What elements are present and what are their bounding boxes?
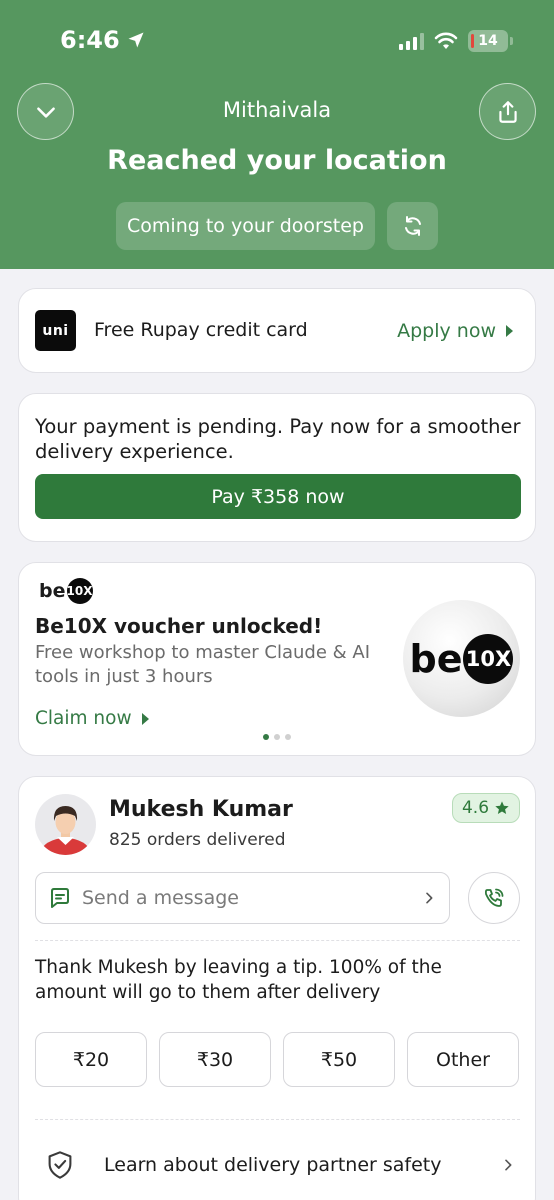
call-button[interactable]: [468, 872, 520, 924]
carousel-dot[interactable]: [263, 734, 269, 740]
order-status-header: 6:46 14 Mithaivala Reached your location…: [0, 0, 554, 269]
tip-option-50[interactable]: ₹50: [283, 1032, 395, 1087]
shield-check-icon: [48, 1151, 72, 1179]
battery-level: 14: [478, 33, 498, 49]
partner-orders: 825 orders delivered: [109, 830, 286, 850]
signal-icon: [399, 32, 424, 50]
avatar: [35, 794, 96, 855]
credit-card-promo[interactable]: uni Free Rupay credit card Apply now: [18, 288, 536, 373]
apply-now-label: Apply now: [397, 320, 496, 342]
phone-icon: [484, 888, 504, 907]
star-icon: [495, 801, 509, 814]
partner-name: Mukesh Kumar: [109, 797, 293, 822]
restaurant-name: Mithaivala: [222, 98, 332, 122]
delivery-partner-card: Mukesh Kumar 825 orders delivered 4.6 Se…: [18, 776, 536, 1200]
logo-prefix: be: [39, 580, 66, 602]
tip-options: ₹20 ₹30 ₹50 Other: [35, 1032, 519, 1087]
tip-message: Thank Mukesh by leaving a tip. 100% of t…: [35, 957, 442, 1003]
wifi-icon: [434, 32, 458, 49]
status-bar-time: 6:46: [60, 26, 146, 54]
location-arrow-icon: [128, 32, 144, 48]
payment-pending-card: Your payment is pending. Pay now for a s…: [18, 393, 536, 542]
tip-option-20[interactable]: ₹20: [35, 1032, 147, 1087]
claim-now-label: Claim now: [35, 708, 132, 729]
clock-text: 6:46: [60, 26, 120, 54]
share-button[interactable]: [479, 83, 536, 140]
logo-badge: 10X: [66, 578, 93, 604]
battery-icon: 14: [468, 30, 513, 52]
tip-option-other[interactable]: Other: [407, 1032, 519, 1087]
divider: [35, 940, 520, 941]
chevron-right-icon: [505, 1159, 512, 1171]
logo-badge: 10X: [463, 633, 514, 684]
payment-message: Your payment is pending. Pay now for a s…: [35, 415, 521, 463]
partner-safety-link[interactable]: Learn about delivery partner safety: [46, 1150, 516, 1180]
refresh-button[interactable]: [387, 202, 438, 250]
message-input[interactable]: Send a message: [35, 872, 450, 924]
tip-option-30[interactable]: ₹30: [159, 1032, 271, 1087]
chevron-right-icon: [426, 892, 433, 904]
logo-prefix: be: [409, 636, 463, 681]
share-icon: [498, 100, 517, 123]
voucher-description: Free workshop to master Claude & AI tool…: [35, 642, 371, 687]
triangle-right-icon: [506, 325, 513, 337]
divider: [35, 1119, 520, 1120]
delivery-status-pill: Coming to your doorstep: [116, 202, 375, 250]
promo-text: Free Rupay credit card: [94, 319, 308, 341]
refresh-icon: [404, 216, 421, 236]
triangle-right-icon: [141, 712, 149, 725]
rating-value: 4.6: [461, 798, 490, 818]
claim-now-link[interactable]: Claim now: [35, 708, 149, 729]
safety-label: Learn about delivery partner safety: [104, 1154, 442, 1176]
voucher-card[interactable]: be 10X Be10X voucher unlocked! Free work…: [18, 562, 536, 756]
carousel-dot[interactable]: [285, 734, 291, 740]
delivery-status-title: Reached your location: [107, 145, 447, 176]
uni-logo: uni: [35, 310, 76, 351]
carousel-indicator[interactable]: [263, 734, 291, 740]
apply-now-link[interactable]: Apply now: [397, 320, 513, 342]
status-bar-indicators: 14: [399, 30, 513, 52]
chat-icon: [51, 888, 69, 908]
carousel-dot[interactable]: [274, 734, 280, 740]
message-placeholder: Send a message: [82, 887, 239, 909]
be10x-logo: be 10X: [403, 600, 520, 717]
pay-now-button[interactable]: Pay ₹358 now: [35, 474, 521, 519]
be10x-small-logo: be 10X: [39, 578, 93, 604]
rating-badge: 4.6: [452, 793, 520, 823]
voucher-title: Be10X voucher unlocked!: [35, 614, 323, 638]
